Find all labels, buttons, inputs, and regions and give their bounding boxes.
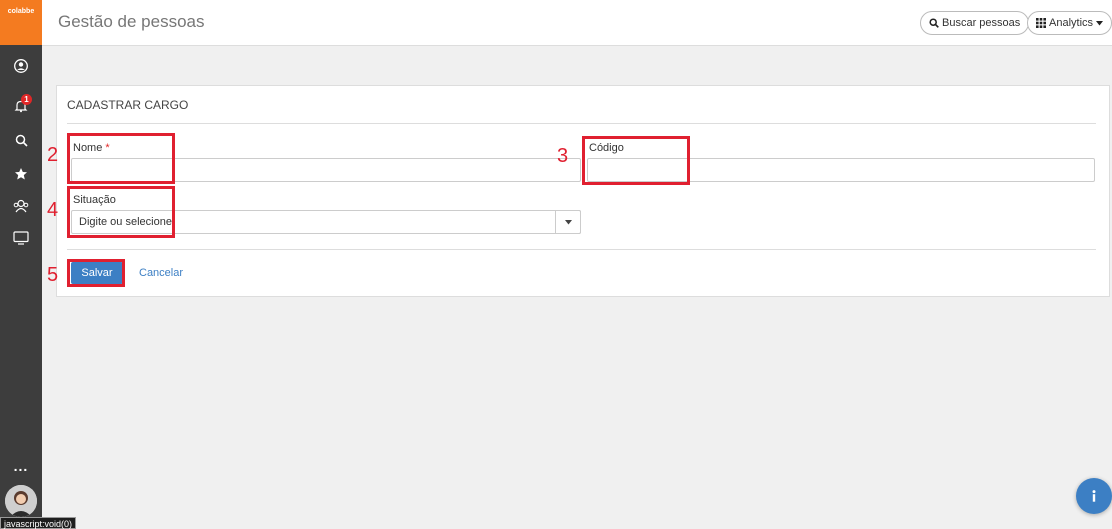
- avatar[interactable]: [5, 485, 37, 517]
- annotation-box-3: [582, 136, 690, 185]
- annotation-number-2: 2: [47, 144, 59, 166]
- register-position-card: CADASTRAR CARGO Nome * Código Situação D…: [56, 85, 1110, 297]
- status-tooltip: javascript:void(0): [0, 517, 77, 529]
- brand-logo[interactable]: colabbe: [0, 0, 42, 45]
- analytics-label: Analytics: [1049, 17, 1094, 29]
- top-header: Gestão de pessoas Buscar pessoas Analyti…: [42, 0, 1112, 46]
- divider: [67, 123, 1096, 124]
- divider: [67, 249, 1096, 250]
- star-icon[interactable]: [0, 161, 42, 187]
- annotation-number-4: 4: [47, 199, 59, 221]
- info-icon: [1092, 490, 1096, 502]
- annotation-box-5: [67, 259, 125, 287]
- monitor-icon[interactable]: [0, 225, 42, 251]
- page-title: Gestão de pessoas: [58, 12, 205, 31]
- search-people-label: Buscar pessoas: [942, 17, 1021, 29]
- sidebar: colabbe 1 ...: [0, 0, 42, 529]
- info-fab-button[interactable]: [1076, 478, 1112, 514]
- analytics-button[interactable]: Analytics: [1027, 11, 1112, 35]
- annotation-number-3: 3: [557, 145, 569, 167]
- search-people-button[interactable]: Buscar pessoas: [920, 11, 1030, 35]
- search-icon[interactable]: [0, 127, 42, 153]
- profile-icon[interactable]: [0, 53, 42, 79]
- grid-icon: [1036, 18, 1046, 28]
- team-icon[interactable]: [0, 193, 42, 219]
- notification-badge: 1: [21, 94, 32, 105]
- caret-down-icon: [1096, 20, 1104, 25]
- cancel-link[interactable]: Cancelar: [139, 267, 183, 279]
- form-title: CADASTRAR CARGO: [67, 98, 189, 112]
- annotation-box-2: [67, 133, 175, 184]
- annotation-box-4: [67, 186, 175, 238]
- caret-down-icon: [564, 219, 572, 224]
- search-icon: [929, 18, 939, 28]
- status-select-toggle[interactable]: [555, 210, 581, 234]
- annotation-number-5: 5: [47, 264, 59, 286]
- more-menu-button[interactable]: ...: [0, 458, 42, 474]
